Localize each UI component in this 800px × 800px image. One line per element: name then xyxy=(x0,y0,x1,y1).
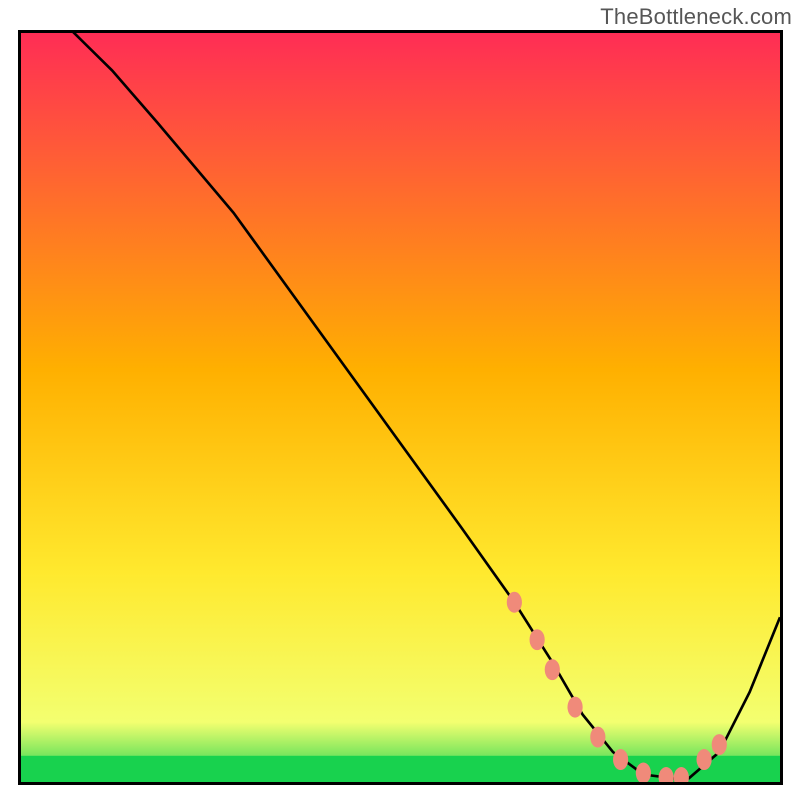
plot-area xyxy=(18,30,783,785)
marker-dot xyxy=(545,659,560,680)
background-gradient xyxy=(21,33,780,782)
chart-frame: TheBottleneck.com xyxy=(0,0,800,800)
watermark-text: TheBottleneck.com xyxy=(600,4,792,30)
marker-dot xyxy=(712,734,727,755)
marker-dot xyxy=(507,592,522,613)
marker-dot xyxy=(590,727,605,748)
marker-dot xyxy=(530,629,545,650)
marker-dot xyxy=(613,749,628,770)
marker-dot xyxy=(697,749,712,770)
plot-svg xyxy=(21,33,780,782)
marker-dot xyxy=(567,697,582,718)
